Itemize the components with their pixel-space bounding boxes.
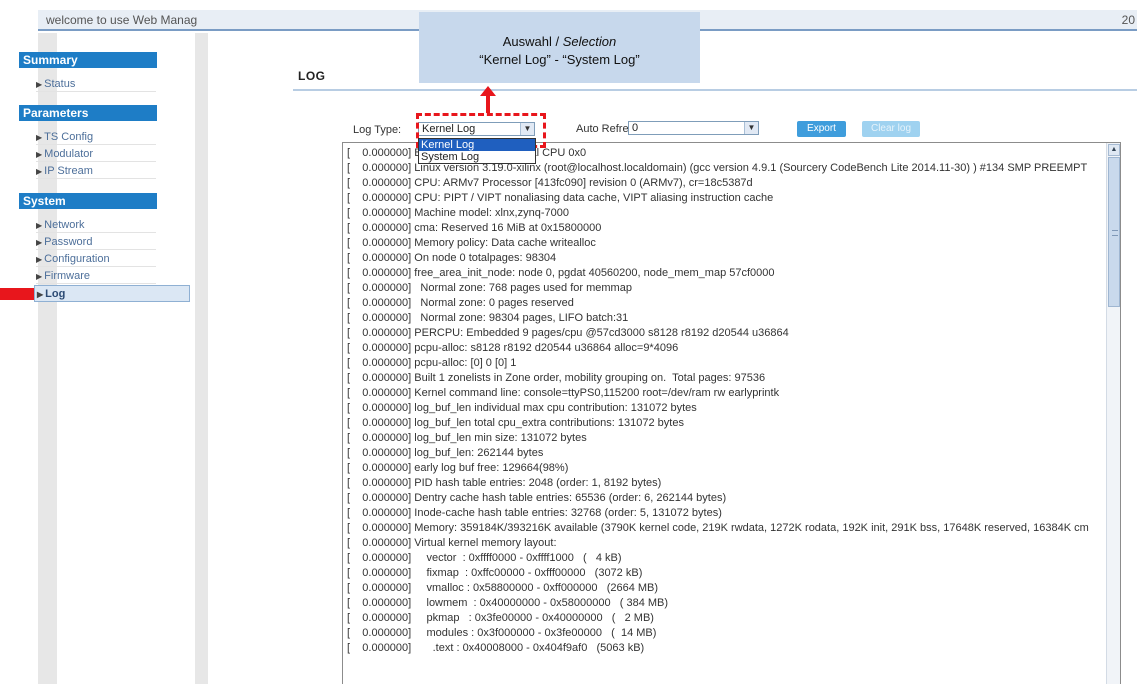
annotation-callout: Auswahl / Selection “Kernel Log” - “Syst…: [419, 12, 700, 83]
chevron-up-icon[interactable]: ▲: [1108, 144, 1120, 156]
log-line: [ 0.000000] PERCPU: Embedded 9 pages/cpu…: [347, 327, 789, 339]
log-line: [ 0.000000] .text : 0x40008000 - 0x404f9…: [347, 642, 645, 654]
page-title: LOG: [298, 69, 326, 83]
export-button[interactable]: Export: [797, 121, 846, 137]
triangle-right-icon: ▶: [36, 255, 43, 264]
log-line: [ 0.000000] On node 0 totalpages: 98304: [347, 252, 557, 264]
grip-icon: [1112, 230, 1118, 236]
sidebar-item-label: IP Stream: [44, 165, 93, 177]
log-line: [ 0.000000] lowmem : 0x40000000 - 0x5800…: [347, 597, 669, 609]
triangle-right-icon: ▶: [36, 272, 43, 281]
log-line: [ 0.000000] log_buf_len total cpu_extra …: [347, 417, 684, 429]
sidebar-item-label: Firmware: [44, 270, 90, 282]
log-line: [ 0.000000] Memory: 359184K/393216K avai…: [347, 522, 1089, 534]
log-line: [ 0.000000] Kernel command line: console…: [347, 387, 780, 399]
log-line: [ 0.000000] cma: Reserved 16 MiB at 0x15…: [347, 222, 602, 234]
log-line: [ 0.000000] pcpu-alloc: [0] 0 [0] 1: [347, 357, 517, 369]
sidebar-item-modulator[interactable]: ▶ Modulator: [36, 146, 156, 162]
log-type-label: Log Type:: [353, 124, 402, 136]
triangle-right-icon: ▶: [36, 80, 43, 89]
log-line: [ 0.000000] pcpu-alloc: s8128 r8192 d205…: [347, 342, 679, 354]
sidebar-item-ip-stream[interactable]: ▶ IP Stream: [36, 163, 156, 179]
auto-refresh-value: 0: [632, 122, 639, 134]
annotation-line-2: “Kernel Log” - “System Log”: [479, 52, 640, 67]
triangle-right-icon: ▶: [36, 150, 43, 159]
log-line: [ 0.000000] log_buf_len: 262144 bytes: [347, 447, 544, 459]
triangle-right-icon: ▶: [36, 221, 43, 230]
section-system-header: System: [19, 193, 157, 209]
triangle-right-icon: ▶: [36, 133, 43, 142]
scrollbar-thumb[interactable]: [1108, 157, 1120, 307]
sidebar-item-label: Password: [44, 236, 93, 248]
sidebar-item-log[interactable]: ▶ Log: [34, 285, 190, 302]
log-line: [ 0.000000] Built 1 zonelists in Zone or…: [347, 372, 766, 384]
sidebar-item-label: Status: [44, 78, 76, 90]
log-line: [ 0.000000] log_buf_len individual max c…: [347, 402, 697, 414]
log-line: [ 0.000000] Machine model: xlnx,zynq-700…: [347, 207, 569, 219]
triangle-right-icon: ▶: [37, 290, 44, 299]
log-line: [ 0.000000] Virtual kernel memory layout…: [347, 537, 557, 549]
auto-refresh-select[interactable]: 0 ▼: [628, 121, 759, 135]
annotation-arrow-shaft: [486, 95, 490, 113]
title-divider: [293, 89, 1137, 91]
log-line: [ 0.000000] early log buf free: 129664(9…: [347, 462, 569, 474]
section-summary-header: Summary: [19, 52, 157, 68]
log-line: [ 0.000000] CPU: PIPT / VIPT nonaliasing…: [347, 192, 774, 204]
log-line: [ 0.000000] CPU: ARMv7 Processor [413fc0…: [347, 177, 753, 189]
section-parameters-header: Parameters: [19, 105, 157, 121]
log-line: [ 0.000000] Dentry cache hash table entr…: [347, 492, 727, 504]
log-type-option-kernel[interactable]: Kernel Log: [419, 139, 535, 151]
sidebar-item-label: Log: [45, 288, 66, 300]
log-line: [ 0.000000] pkmap : 0x3fe00000 - 0x40000…: [347, 612, 654, 624]
sidebar-item-label: TS Config: [44, 131, 94, 143]
log-line: [ 0.000000] modules : 0x3f000000 - 0x3fe…: [347, 627, 657, 639]
triangle-right-icon: ▶: [36, 238, 43, 247]
sidebar-item-password[interactable]: ▶ Password: [36, 234, 156, 250]
sidebar-item-ts-config[interactable]: ▶ TS Config: [36, 129, 156, 145]
sidebar-item-firmware[interactable]: ▶ Firmware: [36, 268, 156, 284]
red-marker: [0, 288, 36, 300]
log-line: [ 0.000000] Memory policy: Data cache wr…: [347, 237, 596, 249]
vertical-scrollbar[interactable]: ▲: [1106, 143, 1120, 684]
log-line: [ 0.000000] Normal zone: 768 pages used …: [347, 282, 632, 294]
sidebar-item-label: Configuration: [44, 253, 110, 265]
log-type-option-system[interactable]: System Log: [419, 151, 535, 163]
triangle-right-icon: ▶: [36, 167, 43, 176]
clear-log-button[interactable]: Clear log: [862, 121, 920, 137]
annotation-line-1: Auswahl / Selection: [502, 34, 617, 49]
header-date-fragment: 20: [1121, 13, 1135, 27]
log-line: [ 0.000000] vmalloc : 0x58800000 - 0xff0…: [347, 582, 659, 594]
sidebar-item-label: Modulator: [44, 148, 94, 160]
log-line: [ 0.000000] vector : 0xffff0000 - 0xffff…: [347, 552, 622, 564]
log-line: [ 0.000000] PID hash table entries: 2048…: [347, 477, 662, 489]
log-textarea[interactable]: [ 0.000000] Booting Linux on physical CP…: [342, 142, 1121, 684]
sidebar-item-configuration[interactable]: ▶ Configuration: [36, 251, 156, 267]
log-line: [ 0.000000] Normal zone: 98304 pages, LI…: [347, 312, 629, 324]
sidebar-item-label: Network: [44, 219, 85, 231]
log-line: [ 0.000000] Normal zone: 0 pages reserve…: [347, 297, 574, 309]
log-line: [ 0.000000] log_buf_len min size: 131072…: [347, 432, 587, 444]
chevron-down-icon: ▼: [744, 122, 758, 134]
sidebar-item-network[interactable]: ▶ Network: [36, 217, 156, 233]
log-line: [ 0.000000] Inode-cache hash table entri…: [347, 507, 722, 519]
welcome-text: welcome to use Web Manag: [46, 13, 198, 27]
log-line: [ 0.000000] free_area_init_node: node 0,…: [347, 267, 775, 279]
log-line: [ 0.000000] fixmap : 0xffc00000 - 0xfff0…: [347, 567, 643, 579]
log-type-dropdown: Kernel Log System Log: [418, 138, 536, 164]
sidebar-item-status[interactable]: ▶ Status: [36, 76, 156, 92]
